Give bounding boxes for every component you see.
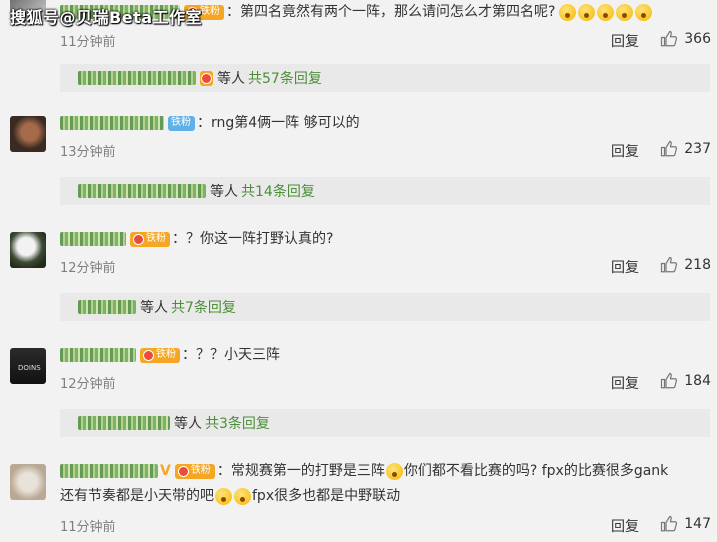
comment-text: ：？？小天三阵 — [182, 347, 280, 363]
like-count: 147 — [684, 516, 711, 532]
crying-emoji-icon — [559, 3, 577, 21]
fan-badge — [200, 70, 213, 86]
fan-badge: 铁粉 — [168, 115, 195, 131]
avatar[interactable] — [10, 464, 46, 500]
subreply-nicknames — [78, 184, 206, 198]
subreply-nicknames — [78, 416, 170, 430]
like-count: 184 — [684, 373, 711, 389]
avatar[interactable]: DOINS — [10, 348, 46, 384]
subreply-bar[interactable]: 等人 共7条回复 — [60, 293, 710, 321]
comment-text: 你们都不看比赛的吗? fpx的比赛很多gank — [403, 463, 669, 479]
subreply-others: 等人 — [217, 71, 245, 87]
subreply-count[interactable]: 共7条回复 — [171, 297, 236, 317]
subreply-others: 等人 — [210, 184, 238, 200]
nickname[interactable] — [60, 116, 164, 130]
comment-header: 铁粉 ：？？小天三阵 — [60, 345, 280, 365]
reply-button[interactable]: 回复 — [611, 141, 639, 161]
thumbs-up-icon — [661, 515, 678, 532]
like-button[interactable]: 147 — [660, 515, 711, 533]
thumbs-up-icon — [661, 256, 678, 273]
badge-label: 铁粉 — [146, 233, 166, 244]
timestamp: 12分钟前 — [60, 377, 116, 392]
reply-button[interactable]: 回复 — [611, 516, 639, 536]
comment-text: ：？你这一阵打野认真的? — [172, 231, 334, 247]
like-count: 218 — [684, 257, 711, 273]
heart-icon — [201, 72, 212, 84]
subreply-bar[interactable]: 等人 共14条回复 — [60, 177, 710, 205]
thumbs-up-icon — [661, 30, 678, 47]
like-button[interactable]: 237 — [660, 140, 711, 158]
thinking-emoji-icon — [215, 487, 232, 505]
comment-header: V 铁粉 ：常规赛第一的打野是三阵 你们都不看比赛的吗? fpx的比赛很多gan… — [60, 461, 668, 481]
fan-badge: 铁粉 — [140, 347, 180, 363]
badge-label: 铁粉 — [156, 349, 176, 360]
like-count: 237 — [684, 141, 711, 157]
like-button[interactable]: 218 — [660, 256, 711, 274]
nickname[interactable] — [60, 464, 158, 478]
heart-icon — [143, 349, 154, 361]
thumbs-up-icon — [661, 372, 678, 389]
avatar[interactable] — [10, 232, 46, 268]
comment-text: fpx很多也都是中野联动 — [252, 488, 401, 504]
emoji-group — [558, 2, 653, 22]
thinking-emoji-icon — [385, 462, 403, 480]
subreply-others: 等人 — [140, 300, 168, 316]
timestamp: 12分钟前 — [60, 261, 116, 276]
subreply-count[interactable]: 共57条回复 — [248, 68, 322, 88]
comment-header: 铁粉 ：rng第4俩一阵 够可以的 — [60, 113, 360, 133]
badge-label: 铁粉 — [171, 117, 191, 128]
comment-text: ：第四名竟然有两个一阵，那么请问怎么才第四名呢? — [226, 4, 556, 20]
badge-label: 铁粉 — [200, 6, 220, 17]
vip-icon: V — [160, 463, 171, 479]
subreply-count[interactable]: 共3条回复 — [205, 413, 270, 433]
nickname[interactable] — [60, 348, 136, 362]
badge-label: 铁粉 — [190, 465, 211, 476]
timestamp: 13分钟前 — [60, 145, 116, 160]
reply-button[interactable]: 回复 — [611, 31, 639, 51]
crying-emoji-icon — [635, 3, 653, 21]
thinking-emoji-icon — [234, 487, 251, 505]
comment-text: 还有节奏都是小天带的吧 — [60, 488, 214, 504]
timestamp: 11分钟前 — [60, 35, 116, 50]
subreply-others: 等人 — [174, 416, 202, 432]
comment-text: ：常规赛第一的打野是三阵 — [216, 463, 385, 479]
subreply-nicknames — [78, 300, 136, 314]
timestamp: 11分钟前 — [60, 520, 116, 535]
like-button[interactable]: 184 — [660, 372, 711, 390]
fan-badge: 铁粉 — [174, 463, 215, 479]
fan-badge: 铁粉 — [130, 231, 170, 247]
watermark: 搜狐号@贝瑞Beta工作室 — [10, 8, 202, 27]
thumbs-up-icon — [661, 140, 678, 157]
avatar[interactable] — [10, 116, 46, 152]
nickname[interactable] — [60, 232, 126, 246]
subreply-nicknames — [78, 71, 196, 85]
heart-icon — [177, 465, 189, 477]
crying-emoji-icon — [597, 3, 615, 21]
comment-header: 铁粉 ：？你这一阵打野认真的? — [60, 229, 333, 249]
crying-emoji-icon — [578, 3, 596, 21]
like-count: 366 — [684, 31, 711, 47]
crying-emoji-icon — [616, 3, 634, 21]
like-button[interactable]: 366 — [660, 30, 711, 48]
reply-button[interactable]: 回复 — [611, 373, 639, 393]
subreply-bar[interactable]: 等人 共3条回复 — [60, 409, 710, 437]
reply-button[interactable]: 回复 — [611, 257, 639, 277]
heart-icon — [133, 233, 144, 245]
subreply-count[interactable]: 共14条回复 — [241, 181, 315, 201]
comment-text-line: 还有节奏都是小天带的吧 fpx很多也都是中野联动 — [60, 486, 400, 506]
comment-text: ：rng第4俩一阵 够可以的 — [197, 115, 360, 131]
subreply-bar[interactable]: 等人 共57条回复 — [60, 64, 710, 92]
